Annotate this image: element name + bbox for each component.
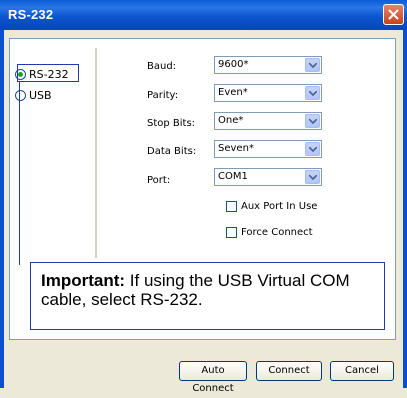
window-frame-left bbox=[0, 30, 4, 388]
radio-usb-label: USB bbox=[29, 89, 52, 102]
baud-dropdown-button[interactable] bbox=[305, 58, 320, 72]
chevron-down-icon bbox=[309, 147, 317, 152]
chevron-down-icon bbox=[309, 63, 317, 68]
port-select[interactable]: COM1 bbox=[214, 168, 322, 186]
window-frame-right bbox=[403, 30, 407, 388]
force-connect-checkbox-box[interactable] bbox=[226, 227, 237, 238]
rs232-highlight-box bbox=[17, 64, 79, 82]
data-bits-label: Data Bits: bbox=[147, 146, 197, 157]
important-note-text: Important: If using the USB Virtual COM … bbox=[41, 271, 381, 309]
force-connect-label: Force Connect bbox=[241, 227, 313, 238]
port-label: Port: bbox=[147, 175, 171, 186]
stop-bits-select[interactable]: One* bbox=[214, 112, 322, 130]
note-heading: Important: bbox=[41, 271, 126, 290]
chevron-down-icon bbox=[309, 91, 317, 96]
aux-port-label: Aux Port In Use bbox=[241, 201, 318, 212]
callout-line bbox=[19, 82, 20, 265]
data-bits-dropdown-button[interactable] bbox=[305, 142, 320, 156]
important-note: Important: If using the USB Virtual COM … bbox=[30, 262, 385, 330]
chevron-down-icon bbox=[309, 175, 317, 180]
radio-usb-indicator[interactable] bbox=[15, 90, 26, 101]
connect-button[interactable]: Connect bbox=[256, 361, 322, 381]
port-value: COM1 bbox=[218, 171, 248, 182]
data-bits-select[interactable]: Seven* bbox=[214, 140, 322, 158]
parity-dropdown-button[interactable] bbox=[305, 86, 320, 100]
port-dropdown-button[interactable] bbox=[305, 170, 320, 184]
force-connect-checkbox[interactable]: Force Connect bbox=[226, 227, 313, 238]
baud-value: 9600* bbox=[218, 59, 249, 70]
close-icon bbox=[388, 9, 399, 20]
panel-divider bbox=[95, 48, 97, 258]
radio-usb[interactable]: USB bbox=[15, 87, 52, 104]
parity-label: Parity: bbox=[147, 90, 179, 101]
stop-bits-dropdown-button[interactable] bbox=[305, 114, 320, 128]
window-title: RS-232 bbox=[8, 7, 54, 22]
aux-port-checkbox-box[interactable] bbox=[226, 201, 237, 212]
data-bits-value: Seven* bbox=[218, 143, 254, 154]
aux-port-checkbox[interactable]: Aux Port In Use bbox=[226, 201, 317, 212]
parity-select[interactable]: Even* bbox=[214, 84, 322, 102]
title-bar: RS-232 bbox=[0, 0, 407, 30]
chevron-down-icon bbox=[309, 119, 317, 124]
auto-connect-button[interactable]: Auto Connect bbox=[179, 361, 247, 394]
baud-select[interactable]: 9600* bbox=[214, 56, 322, 74]
close-button[interactable] bbox=[383, 4, 404, 25]
cancel-button[interactable]: Cancel bbox=[330, 361, 394, 381]
stop-bits-label: Stop Bits: bbox=[147, 118, 196, 129]
parity-value: Even* bbox=[218, 87, 248, 98]
stop-bits-value: One* bbox=[218, 115, 244, 126]
baud-label: Baud: bbox=[147, 61, 177, 72]
